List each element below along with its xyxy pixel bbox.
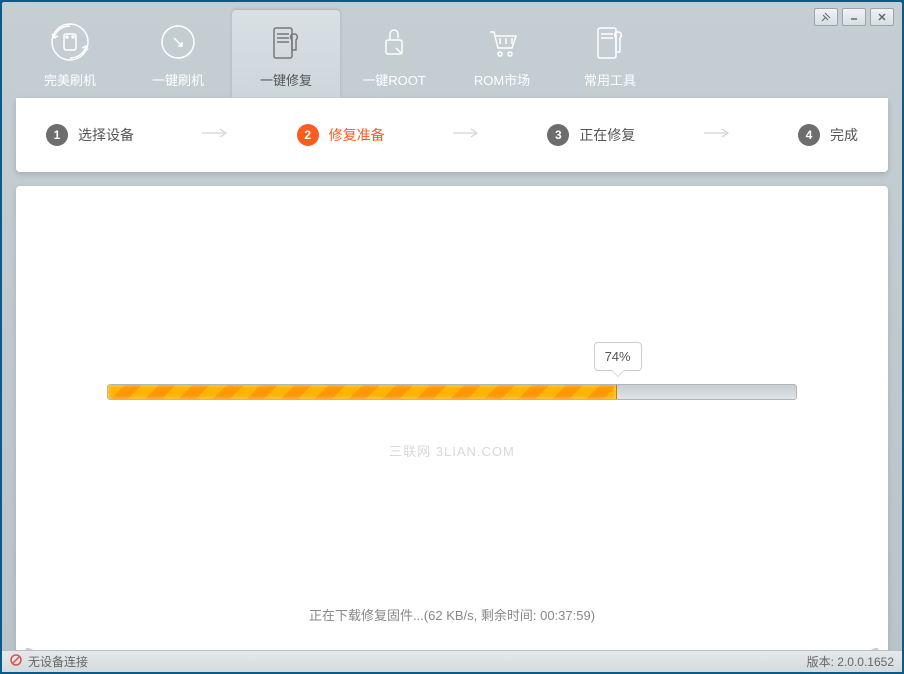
step-number: 3 — [547, 124, 569, 146]
progress-area: 74% — [107, 384, 797, 400]
device-status-text: 无设备连接 — [28, 653, 88, 670]
top-nav: 完美刷机 一键刷机 一键修复 一键ROOT ROM市场 — [2, 2, 902, 98]
close-button[interactable] — [870, 8, 894, 26]
arrow-icon — [702, 126, 732, 144]
arrow-icon — [451, 126, 481, 144]
cart-icon — [480, 20, 524, 64]
nav-one-click-root[interactable]: 一键ROOT — [340, 10, 448, 98]
nav-label: ROM市场 — [474, 70, 530, 89]
lock-hand-icon — [372, 20, 416, 64]
main-panel: 74% 三联网 3LIAN.COM 正在下载修复固件...(62 KB/s, 剩… — [16, 186, 888, 658]
download-status: 正在下载修复固件...(62 KB/s, 剩余时间: 00:37:59) — [16, 605, 888, 624]
step-bar: 1 选择设备 2 修复准备 3 正在修复 4 完成 — [16, 98, 888, 172]
progress-fill — [108, 385, 617, 399]
step-label: 修复准备 — [329, 125, 385, 145]
nav-label: 常用工具 — [584, 70, 636, 89]
nav-one-click-flash[interactable]: 一键刷机 — [124, 10, 232, 98]
step-label: 正在修复 — [579, 125, 635, 145]
step-label: 选择设备 — [78, 125, 134, 145]
progress-percent: 74% — [605, 349, 631, 364]
nav-perfect-flash[interactable]: 完美刷机 — [16, 10, 124, 98]
step-number: 4 — [798, 124, 820, 146]
step-complete: 4 完成 — [798, 124, 858, 146]
step-prepare-repair: 2 修复准备 — [297, 124, 385, 146]
android-refresh-icon — [48, 20, 92, 64]
version-label: 版本: 2.0.0.1652 — [807, 653, 894, 670]
arrow-icon — [200, 126, 230, 144]
status-bar: 无设备连接 版本: 2.0.0.1652 — [2, 650, 902, 672]
nav-label: 完美刷机 — [44, 70, 96, 89]
watermark-text: 三联网 3LIAN.COM — [389, 441, 515, 460]
nav-common-tools[interactable]: 常用工具 — [556, 10, 664, 98]
step-select-device: 1 选择设备 — [46, 124, 134, 146]
nav-rom-market[interactable]: ROM市场 — [448, 10, 556, 98]
minimize-button[interactable] — [842, 8, 866, 26]
phone-tools-icon — [588, 20, 632, 64]
device-status: 无设备连接 — [10, 653, 88, 670]
no-device-icon — [10, 654, 22, 669]
step-repairing: 3 正在修复 — [547, 124, 635, 146]
refresh-hand-icon — [156, 20, 200, 64]
nav-label: 一键修复 — [260, 70, 312, 89]
phone-wrench-icon — [264, 20, 308, 64]
nav-one-click-repair[interactable]: 一键修复 — [232, 10, 340, 98]
nav-label: 一键刷机 — [152, 70, 204, 89]
progress-bar — [107, 384, 797, 400]
nav-label: 一键ROOT — [362, 70, 426, 89]
step-label: 完成 — [830, 125, 858, 145]
step-number: 2 — [297, 124, 319, 146]
window-controls — [814, 8, 894, 26]
step-number: 1 — [46, 124, 68, 146]
pin-button[interactable] — [814, 8, 838, 26]
progress-bubble: 74% — [594, 342, 642, 371]
